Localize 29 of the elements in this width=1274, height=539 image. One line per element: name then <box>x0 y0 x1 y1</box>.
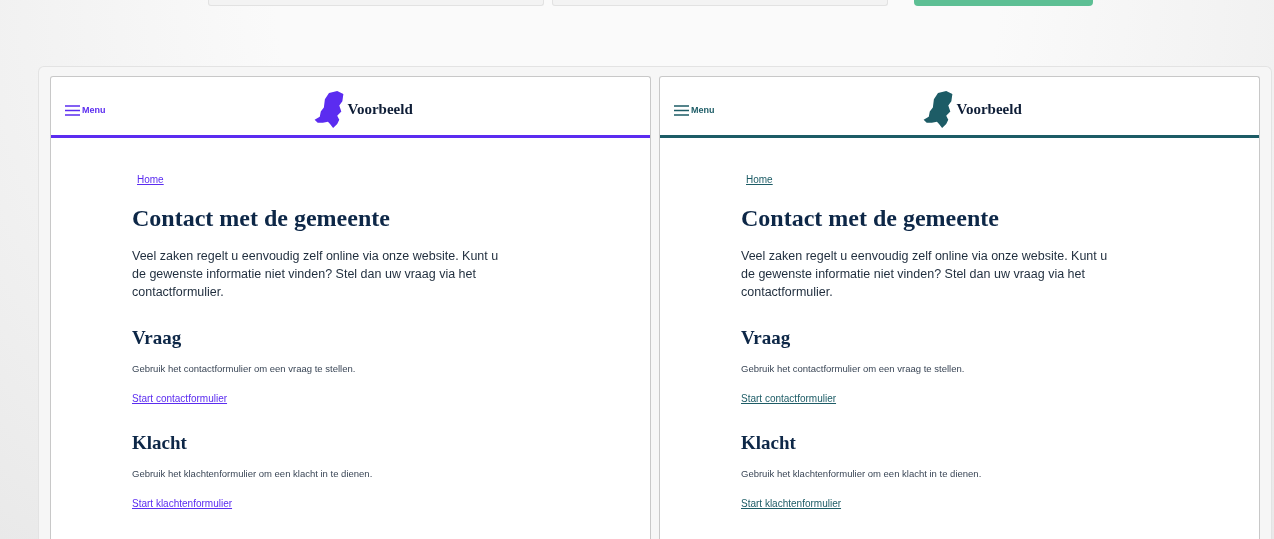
section-text: Gebruik het contactformulier om een vraag te stellen. <box>132 363 357 374</box>
intro-text: Veel zaken regelt u eenvoudig zelf online via onze website. Kunt u de gewenste informatie niet vinden? Stel dan uw vraag via het contactformulier. <box>741 248 1109 301</box>
section-heading: Klacht <box>741 432 797 454</box>
logo-text: Voorbeeld <box>956 101 1022 118</box>
menu-icon <box>674 104 689 116</box>
map-icon <box>922 91 953 128</box>
menu-icon <box>65 104 80 116</box>
action-button[interactable] <box>914 0 1093 6</box>
section-heading: Klacht <box>132 432 188 454</box>
page-title: Contact met de gemeente <box>741 205 1000 232</box>
menu-button[interactable]: Menu <box>674 104 715 116</box>
start-link[interactable]: Start klachtenformulier <box>132 498 233 509</box>
start-link[interactable]: Start klachtenformulier <box>741 498 842 509</box>
section-heading: Vraag <box>741 327 792 349</box>
breadcrumb-link[interactable]: Home <box>137 174 164 185</box>
section-text: Gebruik het contactformulier om een vraag te stellen. <box>741 363 966 374</box>
input-field[interactable] <box>552 0 888 6</box>
menu-button[interactable]: Menu <box>65 104 106 116</box>
map-icon <box>313 91 344 128</box>
start-link[interactable]: Start contactformulier <box>132 393 228 404</box>
logo-text: Voorbeeld <box>347 101 413 118</box>
intro-text: Veel zaken regelt u eenvoudig zelf online via onze website. Kunt u de gewenste informatie niet vinden? Stel dan uw vraag via het contactformulier. <box>132 248 500 301</box>
section-heading: Vraag <box>132 327 183 349</box>
input-field[interactable] <box>208 0 544 6</box>
page-title: Contact met de gemeente <box>132 205 391 232</box>
section-text: Gebruik het klachtenformulier om een klacht in te dienen. <box>132 468 374 479</box>
breadcrumb-link[interactable]: Home <box>746 174 773 185</box>
start-link[interactable]: Start contactformulier <box>741 393 837 404</box>
section-text: Gebruik het klachtenformulier om een klacht in te dienen. <box>741 468 983 479</box>
